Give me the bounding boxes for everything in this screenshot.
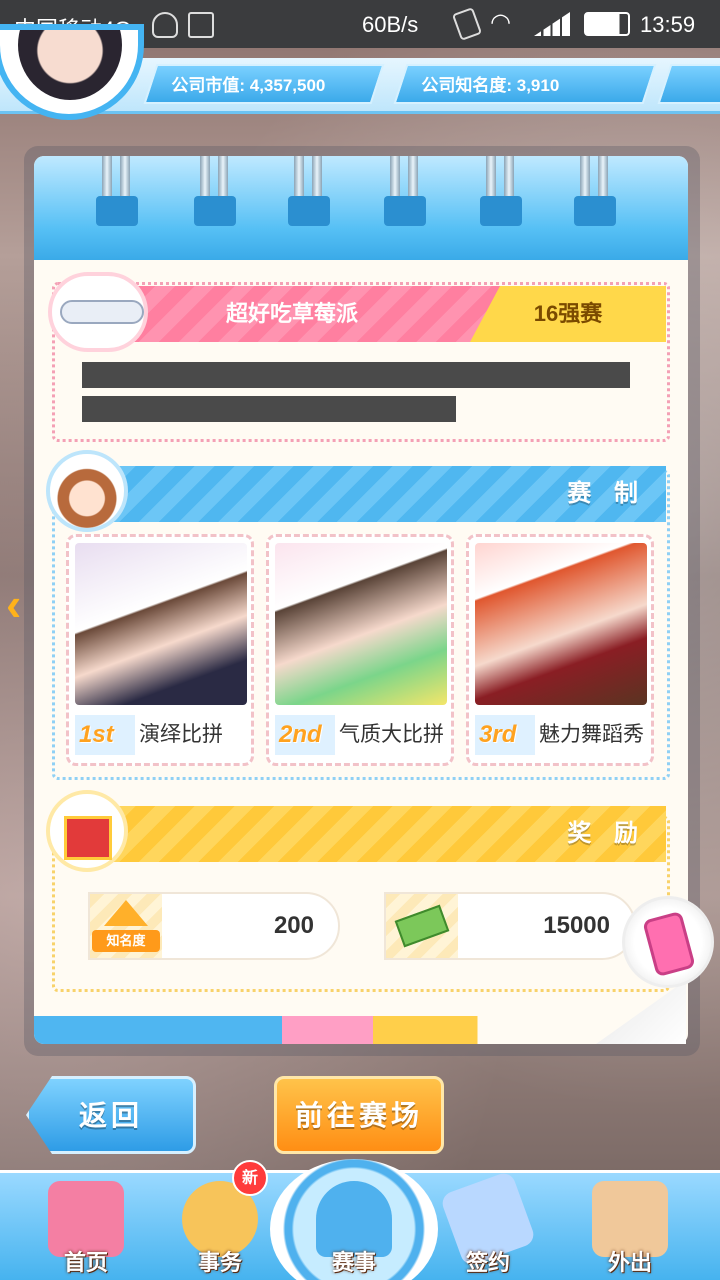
fame-pill: 公司知名度: 3,910	[393, 64, 657, 104]
event-stage: 16强赛	[470, 286, 666, 342]
format-heading: 赛 制	[567, 480, 646, 507]
character-portrait	[475, 543, 647, 705]
image-icon	[188, 12, 214, 38]
redacted-description-line	[82, 362, 630, 388]
round-number: 2nd	[275, 715, 335, 755]
back-button[interactable]: 返回	[26, 1076, 196, 1154]
reward-value: 15000	[543, 912, 610, 939]
headset-icon	[152, 12, 178, 38]
vibrate-icon	[451, 7, 483, 41]
chibi-boy-icon	[46, 450, 128, 532]
wifi-icon: ◠	[490, 9, 511, 36]
network-speed: 60B/s	[362, 12, 419, 37]
nav-home[interactable]: 首页	[26, 1173, 146, 1280]
new-badge: 新	[232, 1160, 268, 1196]
round-card-2[interactable]: 2nd 气质大比拼	[266, 534, 454, 766]
redacted-description-line	[82, 396, 456, 422]
round-card-3[interactable]: 3rd 魅力舞蹈秀	[466, 534, 654, 766]
round-label: 演绎比拼	[139, 723, 223, 746]
event-name: 超好吃草莓派	[226, 301, 359, 326]
signal-icon	[534, 12, 570, 36]
binder-ring	[288, 156, 330, 226]
phone-icon[interactable]	[622, 896, 714, 988]
battery-icon	[584, 12, 630, 36]
round-label: 魅力舞蹈秀	[539, 723, 644, 746]
binder-ring	[480, 156, 522, 226]
go-arena-button[interactable]: 前往赛场	[274, 1076, 444, 1154]
fame-house-icon: 知名度	[90, 894, 162, 958]
airplane-icon	[48, 272, 148, 352]
round-card-1[interactable]: 1st 演绎比拼	[66, 534, 254, 766]
character-portrait	[75, 543, 247, 705]
binder-ring	[384, 156, 426, 226]
round-label: 气质大比拼	[339, 723, 444, 746]
gift-box-icon	[46, 790, 128, 872]
cash-stack-icon	[386, 894, 458, 958]
reward-cash: 15000	[384, 892, 636, 960]
notebook-header	[34, 156, 688, 260]
bottom-navbar: 首页 事务 赛事 签约 外出	[0, 1159, 720, 1280]
market-value-pill: 公司市值: 4,357,500	[143, 64, 385, 104]
character-portrait	[275, 543, 447, 705]
round-number: 1st	[75, 715, 135, 755]
round-number: 3rd	[475, 715, 535, 755]
reward-value: 200	[273, 912, 314, 939]
chevron-left-icon[interactable]: ‹	[6, 580, 46, 628]
rewards-heading: 奖 励	[567, 820, 646, 847]
nav-outing[interactable]: 外出	[570, 1173, 690, 1280]
clock: 13:59	[640, 12, 696, 37]
nav-events[interactable]: 赛事	[270, 1159, 438, 1280]
reward-fame: 知名度 200	[88, 892, 340, 960]
binder-ring	[194, 156, 236, 226]
tab-stripes	[34, 1016, 686, 1044]
binder-ring	[574, 156, 616, 226]
binder-ring	[96, 156, 138, 226]
nav-contract[interactable]: 签约	[428, 1170, 548, 1280]
